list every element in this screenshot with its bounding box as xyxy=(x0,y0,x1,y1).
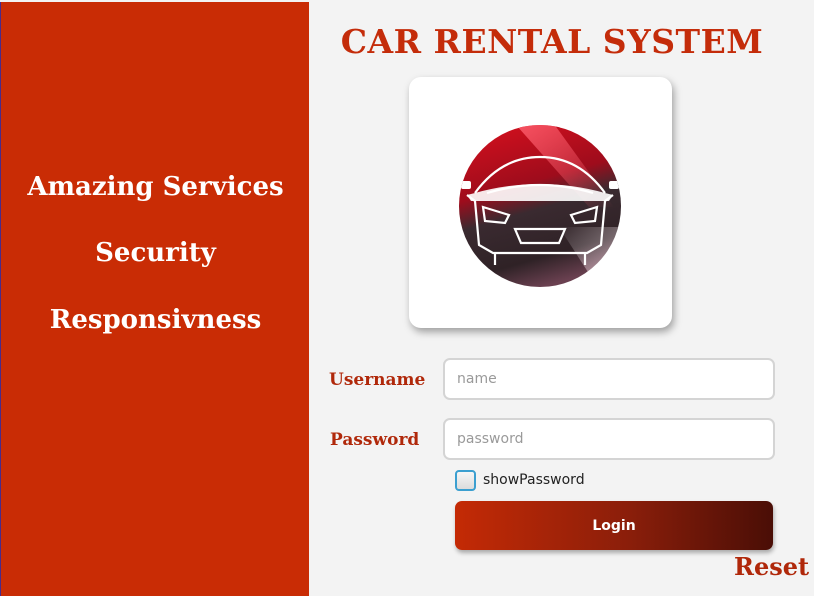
feature-security: Security xyxy=(95,238,216,268)
car-logo-icon xyxy=(459,125,621,287)
password-input[interactable] xyxy=(443,418,775,460)
feature-amazing-services: Amazing Services xyxy=(27,172,284,202)
password-label: Password xyxy=(330,430,420,450)
show-password-checkbox[interactable] xyxy=(455,470,476,491)
app-title: CAR RENTAL SYSTEM xyxy=(340,22,764,61)
feature-panel: Amazing Services Security Responsivness xyxy=(0,2,309,596)
username-label: Username xyxy=(329,370,426,390)
login-button[interactable]: Login xyxy=(455,501,773,550)
logo-card xyxy=(409,77,672,328)
feature-responsiveness: Responsivness xyxy=(49,305,262,335)
username-input[interactable] xyxy=(443,358,775,400)
show-password-label[interactable]: showPassword xyxy=(483,472,585,488)
reset-link[interactable]: Reset xyxy=(734,552,809,581)
